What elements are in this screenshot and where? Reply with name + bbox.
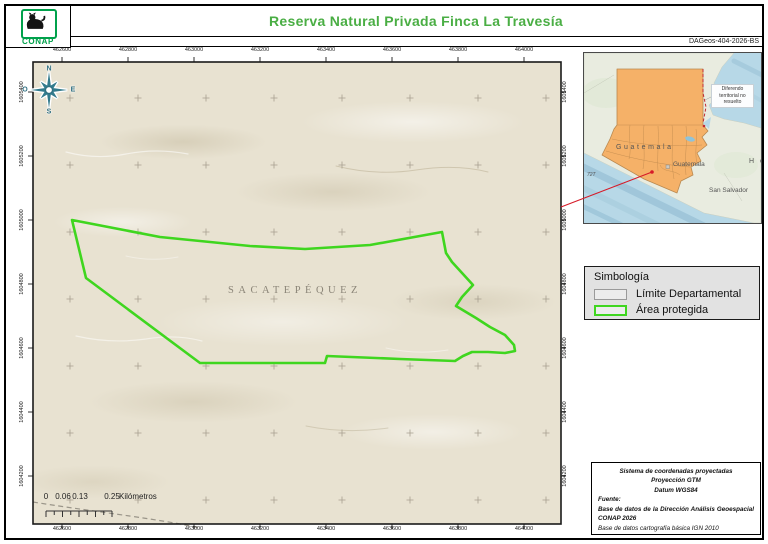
scale-tick-label: 0.25 — [104, 492, 120, 501]
grid-label-top: 463800 — [448, 47, 468, 53]
scale-tick-label: 0.06 — [55, 492, 71, 501]
grid-label-right: 1604600 — [562, 337, 568, 359]
grid-label-top: 462800 — [118, 47, 138, 53]
source-line-2: CONAP 2026 — [598, 515, 637, 523]
inset-honduras-label: H o — [749, 158, 761, 165]
grid-label-bottom: 463200 — [250, 526, 270, 532]
grid-label-right: 1605200 — [562, 145, 568, 167]
grid-label-bottom: 463000 — [184, 526, 204, 532]
page-title: Reserva Natural Privada Finca La Travesí… — [268, 13, 563, 29]
datum-text: Datum WGS84 — [654, 486, 698, 494]
legend-items: Límite Departamental Área protegida — [594, 286, 759, 318]
source-line-1: Base de datos de la Dirección Análisis G… — [598, 505, 754, 513]
scale-bar: 0 0.06 0.13 0.25 Kilómetros — [42, 492, 222, 520]
grid-label-right: 1605400 — [562, 81, 568, 103]
inset-san-salvador-label: San Salvador — [709, 187, 749, 194]
grid-label-bottom: 463800 — [448, 526, 468, 532]
legend-item-label: Límite Departamental — [636, 288, 742, 300]
grid-label-right: 1604800 — [562, 273, 568, 295]
grid-label-top: 463000 — [184, 47, 204, 53]
source-line-3: Base de datos cartografía básica IGN 201… — [598, 524, 719, 532]
legend-box: Simbología Límite Departamental Área prot… — [584, 266, 760, 320]
credits-box: Sistema de coordenadas proyectadas Proye… — [591, 462, 761, 535]
header-title-row: Reserva Natural Privada Finca La Travesí… — [70, 6, 762, 37]
legend-item: Límite Departamental — [594, 286, 759, 302]
inset-graticule-label: 72T — [587, 172, 596, 178]
conap-logo-text: CONAP — [22, 37, 54, 46]
grid-label-right: 1605000 — [562, 209, 568, 231]
compass-south-label: S — [46, 108, 52, 116]
legend-item-label: Área protegida — [636, 304, 709, 316]
main-map: N E S O SACATEPÉQUEZ 0 0.06 0.13 0.25 Ki… — [6, 47, 582, 538]
guatemala-city-marker — [665, 164, 670, 169]
conap-logo — [21, 9, 57, 39]
inset-city-label: Guatemala — [673, 161, 705, 168]
grid-label-left: 1605200 — [19, 145, 25, 167]
conap-logo-cell: CONAP — [6, 6, 71, 48]
grid-label-left: 1605000 — [19, 209, 25, 231]
grid-label-left: 1604400 — [19, 401, 25, 423]
grid-label-right: 1604200 — [562, 465, 568, 487]
source-heading: Fuente: — [598, 496, 621, 504]
department-name-label: SACATEPÉQUEZ — [228, 285, 362, 296]
legend-item: Área protegida — [594, 302, 759, 318]
territorial-dispute-note: Diferendo territorial no resuelto — [711, 84, 754, 108]
grid-label-left: 1604800 — [19, 273, 25, 295]
projection-system-text: Sistema de coordenadas proyectadas — [619, 468, 733, 475]
inset-country-label: Guatemala — [616, 144, 674, 151]
grid-label-top: 463400 — [316, 47, 336, 53]
grid-label-bottom: 462600 — [52, 526, 72, 532]
scale-tick-label: 0 — [43, 492, 49, 501]
grid-label-top: 463200 — [250, 47, 270, 53]
grid-label-left: 1605400 — [19, 81, 25, 103]
grid-label-bottom: 464000 — [514, 526, 534, 532]
scale-unit-label: Kilómetros — [119, 492, 157, 501]
legend-title: Simbología — [594, 271, 650, 283]
document-id: DAGeos-404-2026-BS — [70, 37, 762, 47]
departmental-swatch — [594, 288, 627, 300]
compass-rose: N E S O — [21, 62, 81, 122]
inset-map-svg — [584, 53, 761, 223]
projection-name-text: Proyección GTM — [651, 477, 701, 485]
grid-label-left: 1604200 — [19, 465, 25, 487]
grid-label-bottom: 462800 — [118, 526, 138, 532]
jaguar-icon — [26, 12, 46, 29]
compass-east-label: E — [70, 86, 76, 94]
grid-label-right: 1604400 — [562, 401, 568, 423]
map-layout-page: CONAP Reserva Natural Privada Finca La T… — [4, 4, 764, 540]
grid-label-bottom: 463400 — [316, 526, 336, 532]
protected-swatch — [594, 304, 627, 316]
grid-label-top: 464000 — [514, 47, 534, 53]
grid-label-top: 462600 — [52, 47, 72, 53]
scale-tick-label: 0.13 — [72, 492, 88, 501]
grid-label-bottom: 463600 — [382, 526, 402, 532]
compass-north-label: N — [46, 65, 52, 73]
grid-label-left: 1604600 — [19, 337, 25, 359]
inset-locator-map: Guatemala Guatemala San Salvador H o 72T… — [583, 52, 762, 224]
grid-label-top: 463600 — [382, 47, 402, 53]
